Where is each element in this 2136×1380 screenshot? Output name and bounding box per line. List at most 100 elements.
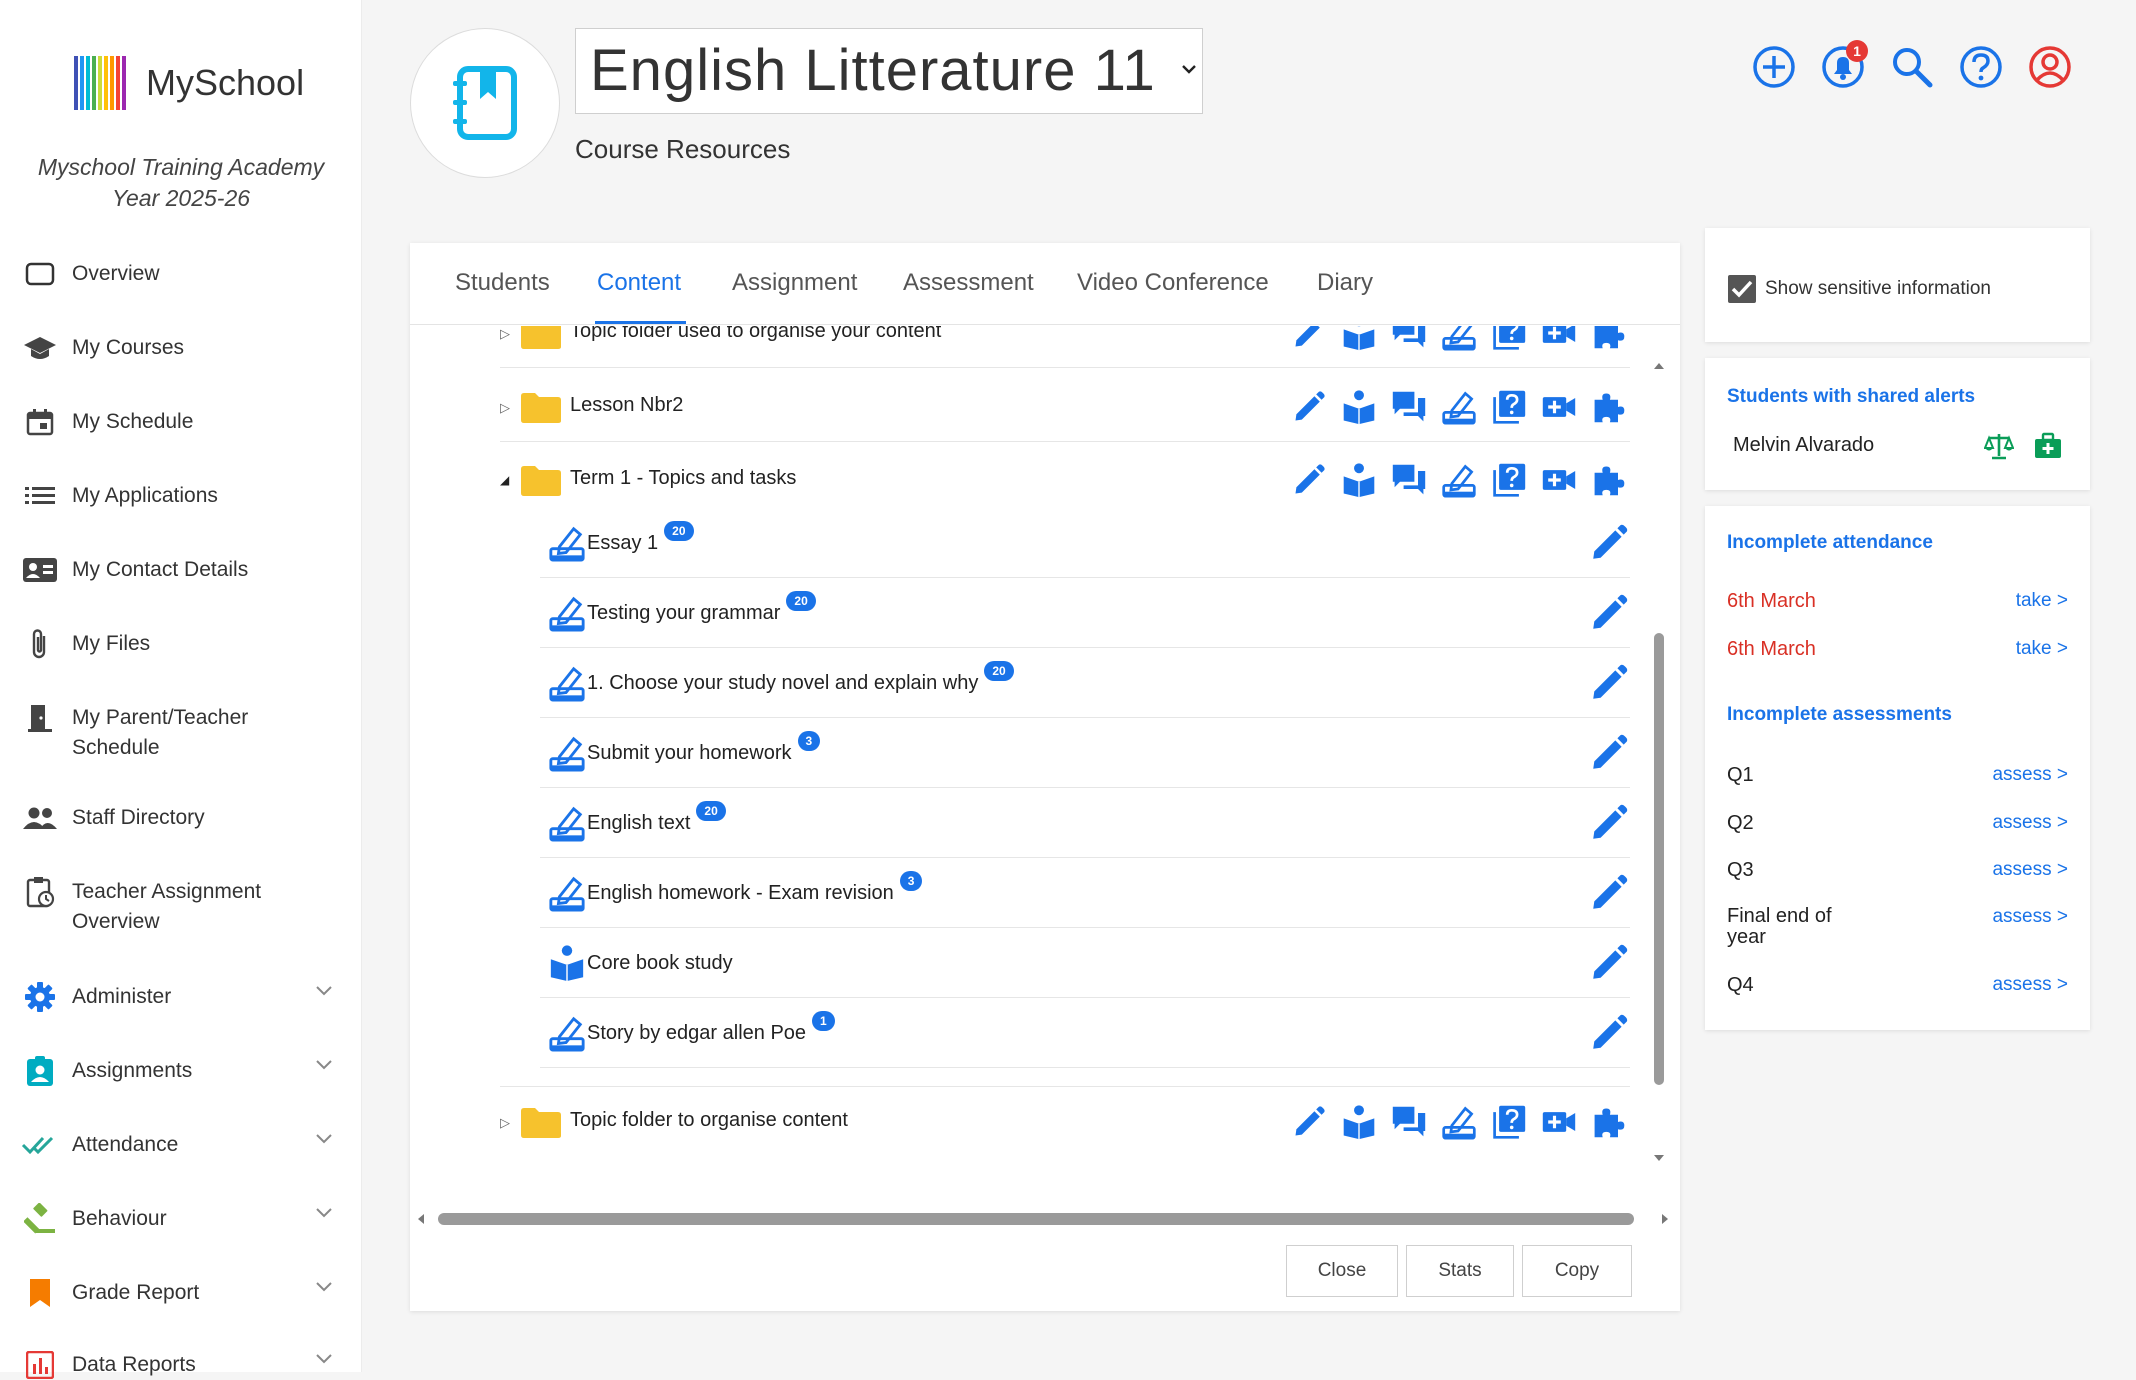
- discussion-icon[interactable]: [1388, 459, 1430, 501]
- discussion-icon[interactable]: [1388, 386, 1430, 428]
- tab-students[interactable]: Students: [455, 269, 550, 297]
- assess-link[interactable]: assess >: [1992, 764, 2068, 786]
- quiz-icon[interactable]: [1488, 326, 1530, 354]
- folder-row[interactable]: ▷ Lesson Nbr2: [500, 372, 1630, 442]
- close-button[interactable]: Close: [1286, 1245, 1398, 1297]
- edit-icon[interactable]: [1288, 326, 1330, 354]
- help-icon[interactable]: [1958, 44, 2004, 90]
- list-item[interactable]: English text20: [540, 788, 1630, 858]
- edit-icon[interactable]: [1588, 942, 1630, 984]
- puzzle-icon[interactable]: [1588, 1101, 1630, 1143]
- checkbox-checked-icon[interactable]: [1727, 274, 1757, 304]
- horizontal-scrollbar-thumb[interactable]: [438, 1213, 1634, 1225]
- assess-link[interactable]: assess >: [1992, 906, 2068, 928]
- edit-icon[interactable]: [1288, 1101, 1330, 1143]
- tab-content[interactable]: Content: [597, 269, 681, 297]
- stats-button[interactable]: Stats: [1406, 1245, 1514, 1297]
- tab-assessment[interactable]: Assessment: [903, 269, 1034, 297]
- video-add-icon[interactable]: [1538, 1101, 1580, 1143]
- reading-icon[interactable]: [1338, 386, 1380, 428]
- list-item[interactable]: Testing your grammar20: [540, 578, 1630, 648]
- quiz-icon[interactable]: [1488, 386, 1530, 428]
- tab-assignment[interactable]: Assignment: [732, 269, 857, 297]
- scroll-left-arrow-icon[interactable]: [416, 1212, 426, 1226]
- myschool-logo[interactable]: MySchool: [74, 56, 304, 110]
- nav-staff-directory[interactable]: Staff Directory: [20, 803, 350, 833]
- puzzle-icon[interactable]: [1588, 326, 1630, 354]
- edit-icon[interactable]: [1288, 459, 1330, 501]
- quiz-icon[interactable]: [1488, 459, 1530, 501]
- nav-assignments[interactable]: Assignments: [20, 1056, 350, 1086]
- expand-caret-icon[interactable]: ▷: [500, 326, 510, 342]
- nav-teacher-assignment-overview[interactable]: Teacher Assignment Overview: [20, 877, 350, 937]
- edit-icon[interactable]: [1588, 522, 1630, 564]
- expand-caret-icon[interactable]: ▷: [500, 1115, 510, 1131]
- assignment-icon[interactable]: [1438, 386, 1480, 428]
- scroll-up-arrow-icon[interactable]: [1652, 361, 1666, 371]
- nav-my-courses[interactable]: My Courses: [20, 333, 350, 363]
- nav-my-parent-teacher-schedule[interactable]: My Parent/Teacher Schedule: [20, 703, 350, 763]
- list-item[interactable]: Story by edgar allen Poe1: [540, 998, 1630, 1068]
- list-item[interactable]: English homework - Exam revision3: [540, 858, 1630, 928]
- assess-link[interactable]: assess >: [1992, 974, 2068, 996]
- folder-row[interactable]: ▷ Topic folder used to organise your con…: [500, 326, 1630, 368]
- alert-student-name[interactable]: Melvin Alvarado: [1733, 434, 1874, 457]
- search-icon[interactable]: [1889, 44, 1935, 90]
- list-item[interactable]: Submit your homework3: [540, 718, 1630, 788]
- reading-icon[interactable]: [1338, 1101, 1380, 1143]
- edit-icon[interactable]: [1588, 662, 1630, 704]
- medical-kit-icon[interactable]: [2034, 432, 2062, 460]
- course-selector[interactable]: English Litterature 11: [575, 28, 1203, 114]
- take-attendance-link[interactable]: take >: [2016, 590, 2068, 612]
- puzzle-icon[interactable]: [1588, 386, 1630, 428]
- edit-icon[interactable]: [1588, 1012, 1630, 1054]
- discussion-icon[interactable]: [1388, 326, 1430, 354]
- video-add-icon[interactable]: [1538, 326, 1580, 354]
- take-attendance-link[interactable]: take >: [2016, 638, 2068, 660]
- nav-my-schedule[interactable]: My Schedule: [20, 407, 350, 437]
- folder-row-expanded[interactable]: ◢ Term 1 - Topics and tasks: [500, 445, 1630, 515]
- nav-my-files[interactable]: My Files: [20, 629, 350, 659]
- vertical-scrollbar-thumb[interactable]: [1654, 633, 1664, 1085]
- edit-icon[interactable]: [1588, 592, 1630, 634]
- edit-icon[interactable]: [1588, 872, 1630, 914]
- quiz-icon[interactable]: [1488, 1101, 1530, 1143]
- horizontal-scrollbar[interactable]: [410, 1205, 1668, 1235]
- expand-caret-icon[interactable]: ▷: [500, 400, 510, 416]
- video-add-icon[interactable]: [1538, 386, 1580, 428]
- edit-icon[interactable]: [1288, 386, 1330, 428]
- nav-data-reports[interactable]: Data Reports: [20, 1350, 350, 1380]
- scroll-right-arrow-icon[interactable]: [1660, 1212, 1670, 1226]
- nav-administer[interactable]: Administer: [20, 982, 350, 1012]
- assignment-icon[interactable]: [1438, 1101, 1480, 1143]
- add-icon[interactable]: [1751, 44, 1797, 90]
- edit-icon[interactable]: [1588, 802, 1630, 844]
- copy-button[interactable]: Copy: [1522, 1245, 1632, 1297]
- scroll-down-arrow-icon[interactable]: [1652, 1153, 1666, 1163]
- scales-icon[interactable]: [1984, 432, 2014, 460]
- nav-attendance[interactable]: Attendance: [20, 1130, 350, 1160]
- collapse-caret-icon[interactable]: ◢: [500, 473, 509, 487]
- profile-icon[interactable]: [2027, 44, 2073, 90]
- folder-row[interactable]: ▷ Topic folder to organise content: [500, 1086, 1630, 1156]
- nav-overview[interactable]: Overview: [20, 259, 350, 289]
- reading-icon[interactable]: [1338, 326, 1380, 354]
- discussion-icon[interactable]: [1388, 1101, 1430, 1143]
- puzzle-icon[interactable]: [1588, 459, 1630, 501]
- list-item[interactable]: Essay 120: [540, 508, 1630, 578]
- assignment-icon[interactable]: [1438, 459, 1480, 501]
- nav-grade-report[interactable]: Grade Report: [20, 1278, 350, 1308]
- edit-icon[interactable]: [1588, 732, 1630, 774]
- nav-my-contact-details[interactable]: My Contact Details: [20, 555, 350, 585]
- assess-link[interactable]: assess >: [1992, 859, 2068, 881]
- video-add-icon[interactable]: [1538, 459, 1580, 501]
- sensitive-info-toggle[interactable]: Show sensitive information: [1727, 274, 1991, 304]
- reading-icon[interactable]: [1338, 459, 1380, 501]
- nav-behaviour[interactable]: Behaviour: [20, 1203, 350, 1234]
- assess-link[interactable]: assess >: [1992, 812, 2068, 834]
- nav-my-applications[interactable]: My Applications: [20, 481, 350, 511]
- tab-video-conference[interactable]: Video Conference: [1077, 269, 1269, 297]
- tab-diary[interactable]: Diary: [1317, 269, 1373, 297]
- list-item[interactable]: Core book study: [540, 928, 1630, 998]
- list-item[interactable]: 1. Choose your study novel and explain w…: [540, 648, 1630, 718]
